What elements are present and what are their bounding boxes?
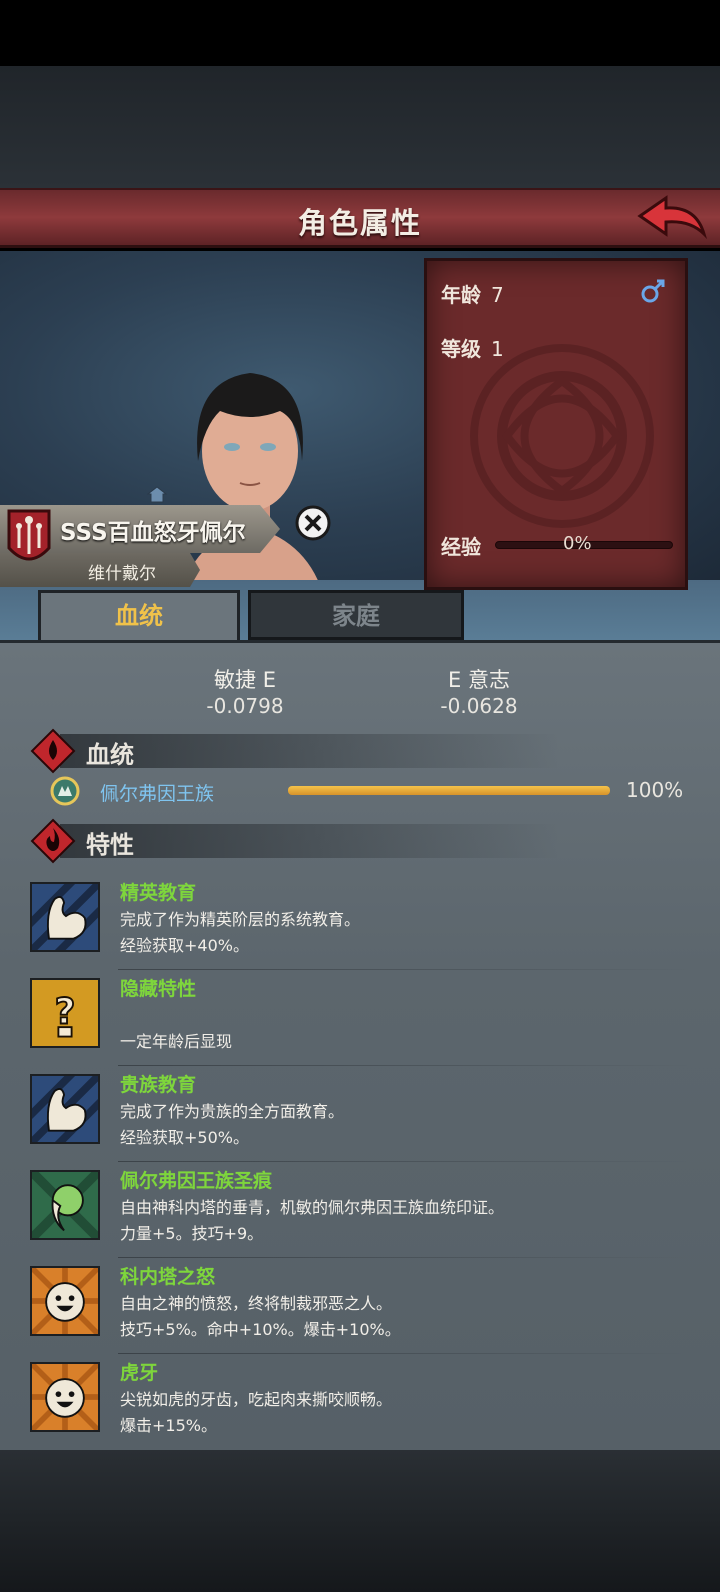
trait-effect: 爆击+15%。 [120,1416,217,1435]
tab-family[interactable]: 家庭 [248,590,464,640]
trait-name: 贵族教育 [120,1074,197,1096]
trait-item[interactable]: 精英教育 完成了作为精英阶层的系统教育。 经验获取+40%。 [28,874,692,970]
top-backdrop [0,66,720,188]
status-bar [0,0,720,66]
question-mark-icon: ? [30,978,100,1048]
section-lineage-label: 血统 [86,741,134,769]
section-traits-label: 特性 [86,831,134,859]
character-name: SSS百血怒牙佩尔 [60,520,246,546]
lineage-percent: 100% [626,778,684,802]
character-subtitle: 维什戴尔 [88,564,156,584]
section-band [60,734,560,768]
royal-emblem-icon [50,776,80,806]
attribute-will: E 意志 -0.0628 [424,664,534,718]
trait-effect: 经验获取+40%。 [120,936,249,955]
section-band [60,824,560,858]
trait-item[interactable]: 贵族教育 完成了作为贵族的全方面教育。 经验获取+50%。 [28,1066,692,1162]
trait-description: 完成了作为精英阶层的系统教育。 [120,910,361,929]
bottom-backdrop [0,1450,720,1592]
family-crest-icon [7,509,51,561]
level-value: 1 [491,337,504,361]
exp-value: 0% [563,533,592,554]
trait-effect: 力量+5。技巧+9。 [120,1224,264,1243]
trait-description: 自由之神的愤怒，终将制裁邪恶之人。 [120,1294,393,1313]
attribute-label: 敏捷 E [214,668,276,692]
lineage-name: 佩尔弗因王族 [100,783,215,805]
trait-item[interactable]: 佩尔弗因王族圣痕 自由神科内塔的垂青，机敏的佩尔弗因王族血统印证。 力量+5。技… [28,1162,692,1258]
close-icon[interactable] [294,504,332,542]
trait-name: 精英教育 [120,882,197,904]
lineage-row: 佩尔弗因王族 100% [50,776,690,810]
royal-stigmata-icon [30,1170,100,1240]
back-arrow-icon[interactable] [636,194,708,244]
trait-effect: 技巧+5%。命中+10%。爆击+10%。 [120,1320,401,1339]
attribute-value: -0.0798 [206,694,284,718]
blood-drop-icon [30,728,76,774]
male-icon [641,279,665,303]
header-bar: 角色属性 [0,188,720,248]
trait-item[interactable]: 科内塔之怒 自由之神的愤怒，终将制裁邪恶之人。 技巧+5%。命中+10%。爆击+… [28,1258,692,1354]
flame-icon [30,818,76,864]
trait-name: 科内塔之怒 [120,1266,216,1288]
exp-label: 经验 [441,535,481,559]
trait-effect: 经验获取+50%。 [120,1128,249,1147]
smiling-sun-icon [30,1266,100,1336]
page-title: 角色属性 [297,206,422,240]
level-row: 等级 1 [441,333,504,362]
trait-name: 虎牙 [120,1362,159,1384]
age-label: 年龄 [441,283,481,307]
home-icon [146,486,168,503]
tab-lineage[interactable]: 血统 [38,590,240,640]
trait-description: 尖锐如虎的牙齿，吃起肉来撕咬顺畅。 [120,1390,393,1409]
attribute-agility: 敏捷 E -0.0798 [190,664,300,718]
trait-description: 完成了作为贵族的全方面教育。 [120,1102,345,1121]
trait-effect: 一定年龄后显现 [120,1032,233,1051]
section-lineage-header: 血统 [30,728,590,774]
tab-bar: 血统 家庭 [0,584,720,642]
section-traits-header: 特性 [30,818,590,864]
attribute-value: -0.0628 [440,694,518,718]
muscle-arm-icon [30,882,100,952]
trait-description: 自由神科内塔的垂青，机敏的佩尔弗因王族血统印证。 [120,1198,505,1217]
smiling-sun-icon [30,1362,100,1432]
trait-name: 佩尔弗因王族圣痕 [120,1170,273,1192]
age-value: 7 [491,283,504,307]
trait-item[interactable]: 虎牙 尖锐如虎的牙齿，吃起肉来撕咬顺畅。 爆击+15%。 [28,1354,692,1450]
celtic-knot-emblem [470,344,654,528]
attribute-label: E 意志 [448,668,510,692]
trait-item[interactable]: ? 隐藏特性 一定年龄后显现 [28,970,692,1066]
stat-card: 年龄 7 等级 1 经验 0% [424,258,688,590]
lineage-progress-bar [288,786,610,795]
muscle-arm-icon [30,1074,100,1144]
level-label: 等级 [441,337,481,361]
trait-name: 隐藏特性 [120,978,197,1000]
age-row: 年龄 7 [441,279,504,308]
